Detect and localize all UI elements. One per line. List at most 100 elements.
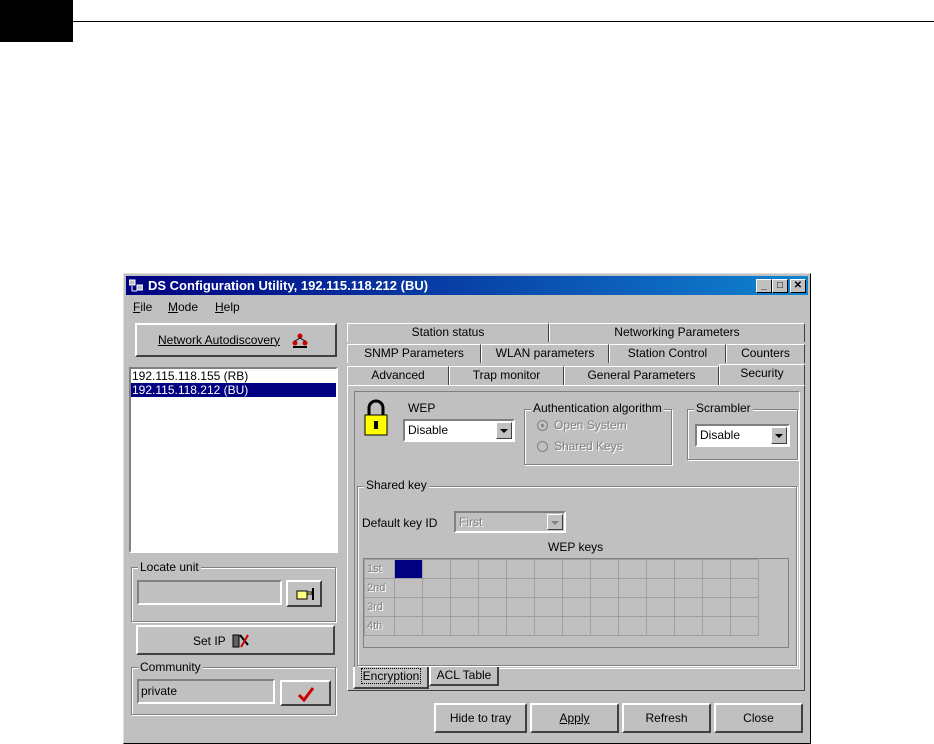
wep-key-row[interactable]: 3rd [364,597,759,617]
unit-list-item[interactable]: 192.115.118.155 (RB) [131,369,336,383]
locate-unit-button[interactable] [286,580,322,607]
wep-key-cell[interactable] [394,597,423,617]
wep-key-cell[interactable] [730,559,759,579]
wep-key-cell[interactable] [422,616,451,636]
community-apply-button[interactable] [280,680,331,706]
wep-key-cell[interactable] [562,616,591,636]
wep-key-cell[interactable] [702,559,731,579]
tab-security[interactable]: Security [719,364,805,386]
subtab-acl-table[interactable]: ACL Table [429,667,499,686]
community-field[interactable]: private [137,679,275,704]
wep-key-cell[interactable] [590,597,619,617]
wep-key-cell[interactable] [534,559,563,579]
wep-key-cell[interactable] [730,578,759,598]
wep-key-cell[interactable] [506,616,535,636]
tab-station-status[interactable]: Station status [347,323,549,342]
tab-wlan-parameters[interactable]: WLAN parameters [481,344,609,363]
wep-key-cell[interactable] [618,597,647,617]
wep-key-cell[interactable] [646,578,675,598]
wep-key-cell[interactable] [478,616,507,636]
wep-key-cell[interactable] [534,578,563,598]
network-autodiscovery-button[interactable]: Network Autodiscovery [135,323,337,357]
tab-counters[interactable]: Counters [726,344,805,363]
default-key-label: Default key ID [362,516,438,530]
radio-open-system[interactable] [537,420,548,431]
wep-key-cell[interactable] [646,597,675,617]
refresh-button[interactable]: Refresh [622,703,711,733]
wep-key-cell[interactable] [562,578,591,598]
wep-key-row[interactable]: 2nd [364,578,759,598]
wep-key-cell[interactable] [394,578,423,598]
wep-key-cell[interactable] [618,616,647,636]
minimize-button[interactable]: _ [756,279,772,293]
menu-mode[interactable]: Mode [168,300,198,314]
wep-key-row-label: 4th [364,616,395,636]
chevron-down-icon [496,422,512,439]
wep-key-cell[interactable] [702,578,731,598]
wep-key-cell[interactable] [590,578,619,598]
wep-key-cell[interactable] [702,597,731,617]
tab-trap-monitor[interactable]: Trap monitor [449,366,564,385]
wep-key-cell[interactable] [394,616,423,636]
wep-key-cell[interactable] [506,559,535,579]
title-bar[interactable]: DS Configuration Utility, 192.115.118.21… [126,276,808,295]
wep-key-row[interactable]: 1st [364,559,759,579]
wep-key-cell[interactable] [618,559,647,579]
scrambler-select[interactable]: Disable [695,424,790,447]
subtab-encryption[interactable]: Encryption [353,667,429,689]
unit-list-item[interactable]: 192.115.118.212 (BU) [131,383,336,397]
wep-key-cell[interactable] [478,597,507,617]
close-window-button[interactable]: ✕ [790,279,806,293]
wep-key-cell[interactable] [730,597,759,617]
wep-key-cell[interactable] [646,559,675,579]
wep-key-cell[interactable] [674,616,703,636]
wep-key-cell[interactable] [590,616,619,636]
wep-keys-grid[interactable]: 1st 2nd 3rd 4th [363,558,789,648]
chevron-down-icon [771,427,787,444]
wep-key-cell[interactable] [422,578,451,598]
wep-select[interactable]: Disable [403,419,515,442]
close-button[interactable]: Close [714,703,803,733]
wep-key-cell[interactable] [478,559,507,579]
wep-key-cell[interactable] [702,616,731,636]
unit-list[interactable]: 192.115.118.155 (RB) 192.115.118.212 (BU) [129,367,338,553]
wep-key-cell[interactable] [394,559,423,579]
apply-button[interactable]: Apply [530,703,619,733]
wep-key-cell[interactable] [450,616,479,636]
wep-key-row-label: 1st [364,559,395,579]
wep-key-cell[interactable] [422,597,451,617]
set-ip-button[interactable]: Set IP [136,625,335,655]
menu-file[interactable]: File [133,300,152,314]
tab-station-control[interactable]: Station Control [609,344,726,363]
wep-key-cell[interactable] [674,597,703,617]
tab-snmp-parameters[interactable]: SNMP Parameters [347,344,481,363]
wep-key-cell[interactable] [450,578,479,598]
locate-unit-field[interactable] [137,580,282,605]
wep-key-cell[interactable] [674,578,703,598]
wep-key-cell[interactable] [562,559,591,579]
wep-key-cell[interactable] [478,578,507,598]
tab-networking-parameters[interactable]: Networking Parameters [549,323,805,342]
wep-key-cell[interactable] [730,616,759,636]
radio-shared-keys[interactable] [537,441,548,452]
wep-key-cell[interactable] [618,578,647,598]
wep-key-cell[interactable] [590,559,619,579]
tab-general-parameters[interactable]: General Parameters [564,366,719,385]
default-key-select[interactable]: First [454,511,566,533]
tab-advanced[interactable]: Advanced [347,366,449,385]
wep-key-cell[interactable] [450,597,479,617]
wep-key-cell[interactable] [506,578,535,598]
wep-key-cell[interactable] [534,616,563,636]
menu-help[interactable]: Help [215,300,240,314]
wep-key-cell[interactable] [450,559,479,579]
wep-key-cell[interactable] [674,559,703,579]
wep-key-cell[interactable] [534,597,563,617]
wep-key-cell[interactable] [422,559,451,579]
wep-key-cell[interactable] [506,597,535,617]
maximize-button[interactable]: □ [772,279,788,293]
community-title: Community [138,660,203,674]
wep-key-row[interactable]: 4th [364,616,759,636]
wep-key-cell[interactable] [646,616,675,636]
hide-to-tray-button[interactable]: Hide to tray [434,703,527,733]
wep-key-cell[interactable] [562,597,591,617]
